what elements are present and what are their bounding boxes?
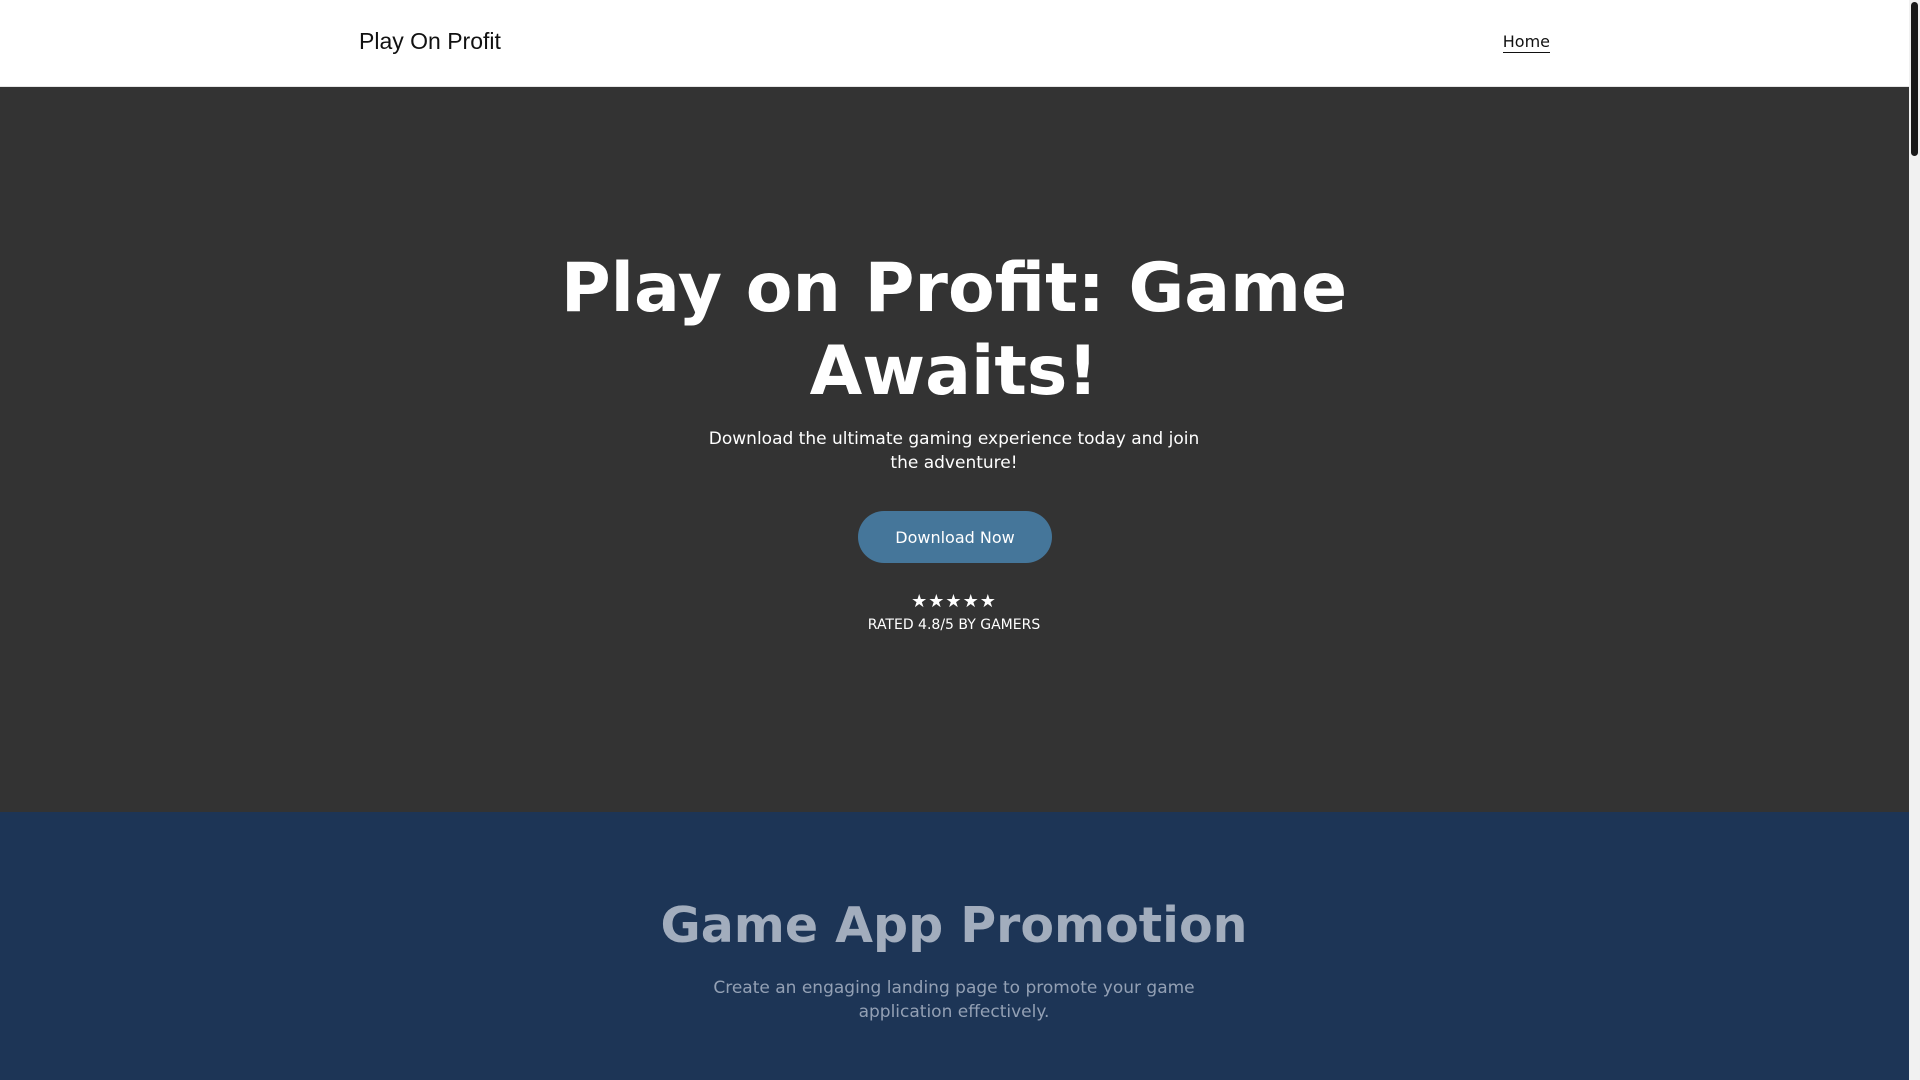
site-header: Play On Profit Home — [0, 0, 1909, 87]
rating-text: RATED 4.8/5 BY GAMERS — [867, 617, 1041, 633]
promo-subtitle: Create an engaging landing page to promo… — [713, 978, 1195, 1022]
vertical-scrollbar[interactable] — [1909, 0, 1920, 1080]
scrollbar-thumb[interactable] — [1911, 2, 1918, 156]
promo-title: Game App Promotion — [660, 897, 1248, 954]
viewport: Play On Profit Home Play on Profit: Game… — [0, 0, 1909, 1080]
brand-logo-text[interactable]: Play On Profit — [359, 28, 501, 55]
nav-link-home[interactable]: Home — [1502, 32, 1550, 53]
download-now-button[interactable]: Download Now — [858, 511, 1052, 563]
rating-stars-icon: ★★★★★ — [911, 591, 997, 612]
hero-title: Play on Profit: Game Awaits! — [560, 249, 1348, 411]
rating-block: ★★★★★ RATED 4.8/5 BY GAMERS — [804, 591, 1104, 635]
hero-section: Play on Profit: Game Awaits! Download th… — [0, 87, 1909, 812]
page: Play On Profit Home Play on Profit: Game… — [0, 0, 1920, 1080]
hero-subtitle: Download the ultimate gaming experience … — [708, 429, 1200, 473]
promo-section: Game App Promotion Create an engaging la… — [0, 812, 1909, 1080]
